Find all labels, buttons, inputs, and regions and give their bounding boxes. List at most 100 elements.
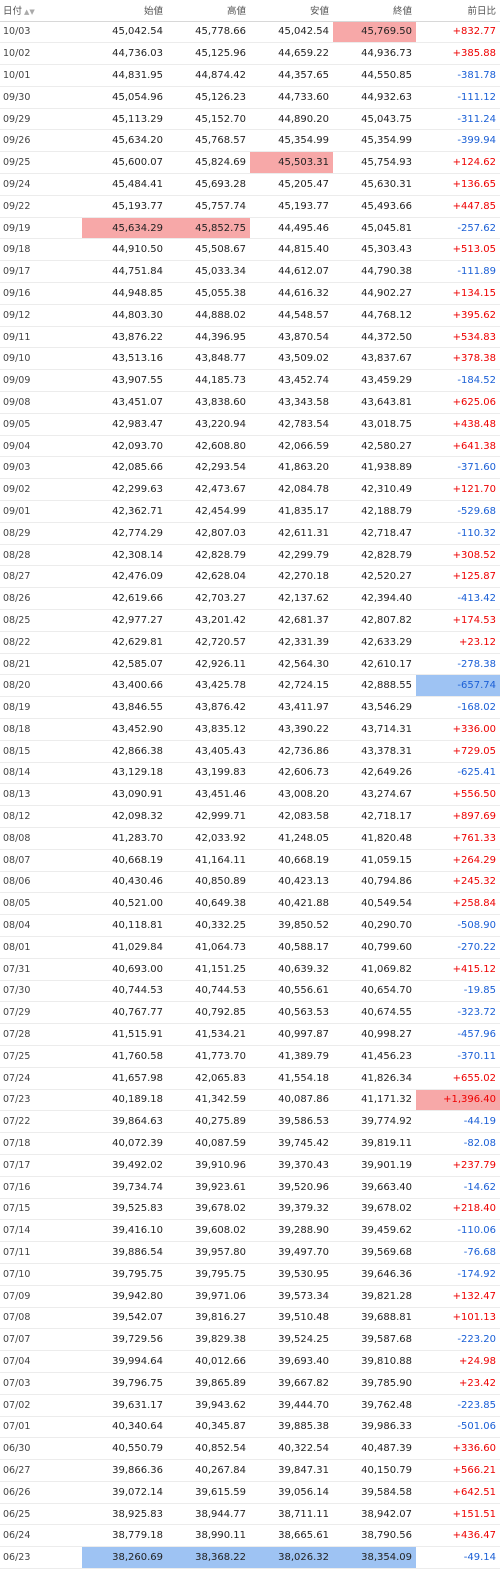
close-cell: 44,372.50 [361, 331, 412, 343]
low-cell: 45,205.47 [278, 178, 329, 190]
open-cell: 40,550.79 [112, 1443, 163, 1455]
low-cell: 39,850.52 [278, 920, 329, 932]
date-cell: 06/24 [3, 1530, 31, 1542]
low-cell: 43,008.20 [278, 789, 329, 801]
date-cell: 09/29 [3, 113, 31, 125]
column-header-date[interactable]: 日付 ▲▼ [0, 0, 82, 22]
open-cell: 42,098.32 [112, 811, 163, 823]
table-row: 07/31 40,693.00 41,151.25 40,639.32 41,069.8… [0, 958, 500, 981]
table-row: 08/27 42,476.09 42,628.04 42,270.18 42,520.2… [0, 566, 500, 588]
close-cell: 40,654.70 [361, 985, 412, 997]
column-header-low[interactable]: 安値 [250, 0, 333, 22]
table-row: 08/21 42,585.07 42,926.11 42,564.30 42,610.1… [0, 653, 500, 675]
open-cell: 44,751.84 [112, 266, 163, 278]
date-cell: 08/29 [3, 527, 31, 539]
open-cell: 43,452.90 [112, 723, 163, 735]
close-cell: 39,678.02 [361, 1203, 412, 1215]
date-cell: 07/08 [3, 1312, 31, 1324]
low-cell: 39,693.40 [278, 1356, 329, 1367]
open-cell: 39,729.56 [112, 1334, 163, 1346]
open-cell: 39,492.02 [112, 1159, 163, 1171]
table-row: 08/25 42,977.27 43,201.42 42,681.37 42,807.8… [0, 610, 500, 632]
low-cell: 41,248.05 [278, 832, 329, 844]
close-cell: 39,774.92 [361, 1116, 412, 1128]
open-cell: 44,831.95 [112, 69, 163, 81]
low-cell: 39,510.48 [278, 1312, 329, 1324]
close-cell: 42,718.47 [361, 527, 412, 539]
low-cell: 40,997.87 [278, 1029, 329, 1041]
column-header-close[interactable]: 終値 [333, 0, 416, 22]
open-cell: 42,085.66 [112, 462, 163, 474]
open-cell: 40,072.39 [112, 1138, 163, 1150]
table-row: 08/04 40,118.81 40,332.25 39,850.52 40,290.7… [0, 915, 500, 937]
low-cell: 39,288.90 [278, 1225, 329, 1237]
close-cell: 41,456.23 [361, 1050, 412, 1062]
open-cell: 45,600.07 [112, 157, 163, 169]
close-cell: 42,828.79 [361, 549, 412, 561]
change-cell: -311.24 [457, 113, 496, 125]
date-cell: 07/29 [3, 1007, 31, 1019]
change-cell: +415.12 [452, 963, 496, 975]
column-header-open[interactable]: 始値 [82, 0, 167, 22]
column-header-change[interactable]: 前日比 [416, 0, 500, 22]
table-row: 09/25 45,600.07 45,824.69 45,503.31 45,754.9… [0, 151, 500, 174]
change-cell: -111.12 [457, 91, 496, 103]
high-cell: 42,293.54 [195, 462, 246, 474]
date-cell: 09/08 [3, 396, 31, 408]
open-cell: 43,129.18 [112, 767, 163, 779]
high-cell: 42,926.11 [195, 658, 246, 670]
close-cell: 39,986.33 [361, 1421, 412, 1433]
table-row: 08/19 43,846.55 43,876.42 43,411.97 43,546.2… [0, 697, 500, 719]
low-cell: 40,556.61 [278, 985, 329, 997]
close-cell: 43,274.67 [361, 789, 412, 801]
high-cell: 44,888.02 [195, 309, 246, 321]
open-cell: 45,634.20 [112, 135, 163, 147]
table-row: 07/10 39,795.75 39,795.75 39,530.95 39,646.3… [0, 1263, 500, 1286]
open-cell: 42,308.14 [112, 549, 163, 561]
high-cell: 41,151.25 [195, 963, 246, 975]
high-cell: 45,757.74 [195, 200, 246, 212]
date-cell: 08/06 [3, 876, 31, 888]
open-cell: 45,484.41 [112, 178, 163, 190]
sort-arrows-icon[interactable]: ▲▼ [24, 8, 35, 16]
high-cell: 44,396.95 [195, 331, 246, 343]
table-row: 08/26 42,619.66 42,703.27 42,137.62 42,394.4… [0, 588, 500, 610]
open-cell: 43,090.91 [112, 789, 163, 801]
high-cell: 43,848.77 [195, 353, 246, 365]
change-cell: +378.38 [452, 353, 496, 365]
close-cell: 39,663.40 [361, 1181, 412, 1193]
date-cell: 10/03 [3, 26, 31, 38]
low-cell: 40,421.88 [278, 898, 329, 910]
table-row: 06/27 39,866.36 40,267.84 39,847.31 40,150.7… [0, 1460, 500, 1482]
low-cell: 44,890.20 [278, 113, 329, 125]
high-cell: 42,807.03 [195, 527, 246, 539]
change-cell: -381.78 [457, 69, 496, 81]
close-cell: 42,718.17 [361, 811, 412, 823]
change-cell: -413.42 [457, 593, 496, 605]
date-cell: 08/12 [3, 811, 31, 823]
change-cell: +136.65 [452, 178, 496, 190]
change-cell: -110.32 [457, 527, 496, 539]
high-cell: 39,943.62 [195, 1399, 246, 1411]
open-cell: 44,803.30 [112, 309, 163, 321]
low-cell: 40,563.53 [278, 1007, 329, 1019]
low-cell: 45,503.31 [250, 151, 333, 174]
high-cell: 38,990.11 [195, 1530, 246, 1542]
change-cell: +124.62 [452, 157, 496, 169]
open-cell: 45,193.77 [112, 200, 163, 212]
open-cell: 41,283.70 [112, 832, 163, 844]
date-cell: 08/05 [3, 898, 31, 910]
column-header-high[interactable]: 高値 [167, 0, 250, 22]
change-cell: +336.00 [452, 723, 496, 735]
high-cell: 39,608.02 [195, 1225, 246, 1237]
low-cell: 39,444.70 [278, 1399, 329, 1411]
close-cell: 41,171.32 [361, 1094, 412, 1106]
close-cell: 39,584.58 [361, 1486, 412, 1498]
change-cell: -529.68 [457, 505, 496, 517]
close-cell: 40,799.60 [361, 941, 412, 953]
date-cell: 08/14 [3, 767, 31, 779]
open-cell: 44,948.85 [112, 287, 163, 299]
table-row: 07/08 39,542.07 39,816.27 39,510.48 39,688.8… [0, 1307, 500, 1329]
open-cell: 42,774.29 [112, 527, 163, 539]
change-cell: +23.12 [458, 636, 496, 648]
